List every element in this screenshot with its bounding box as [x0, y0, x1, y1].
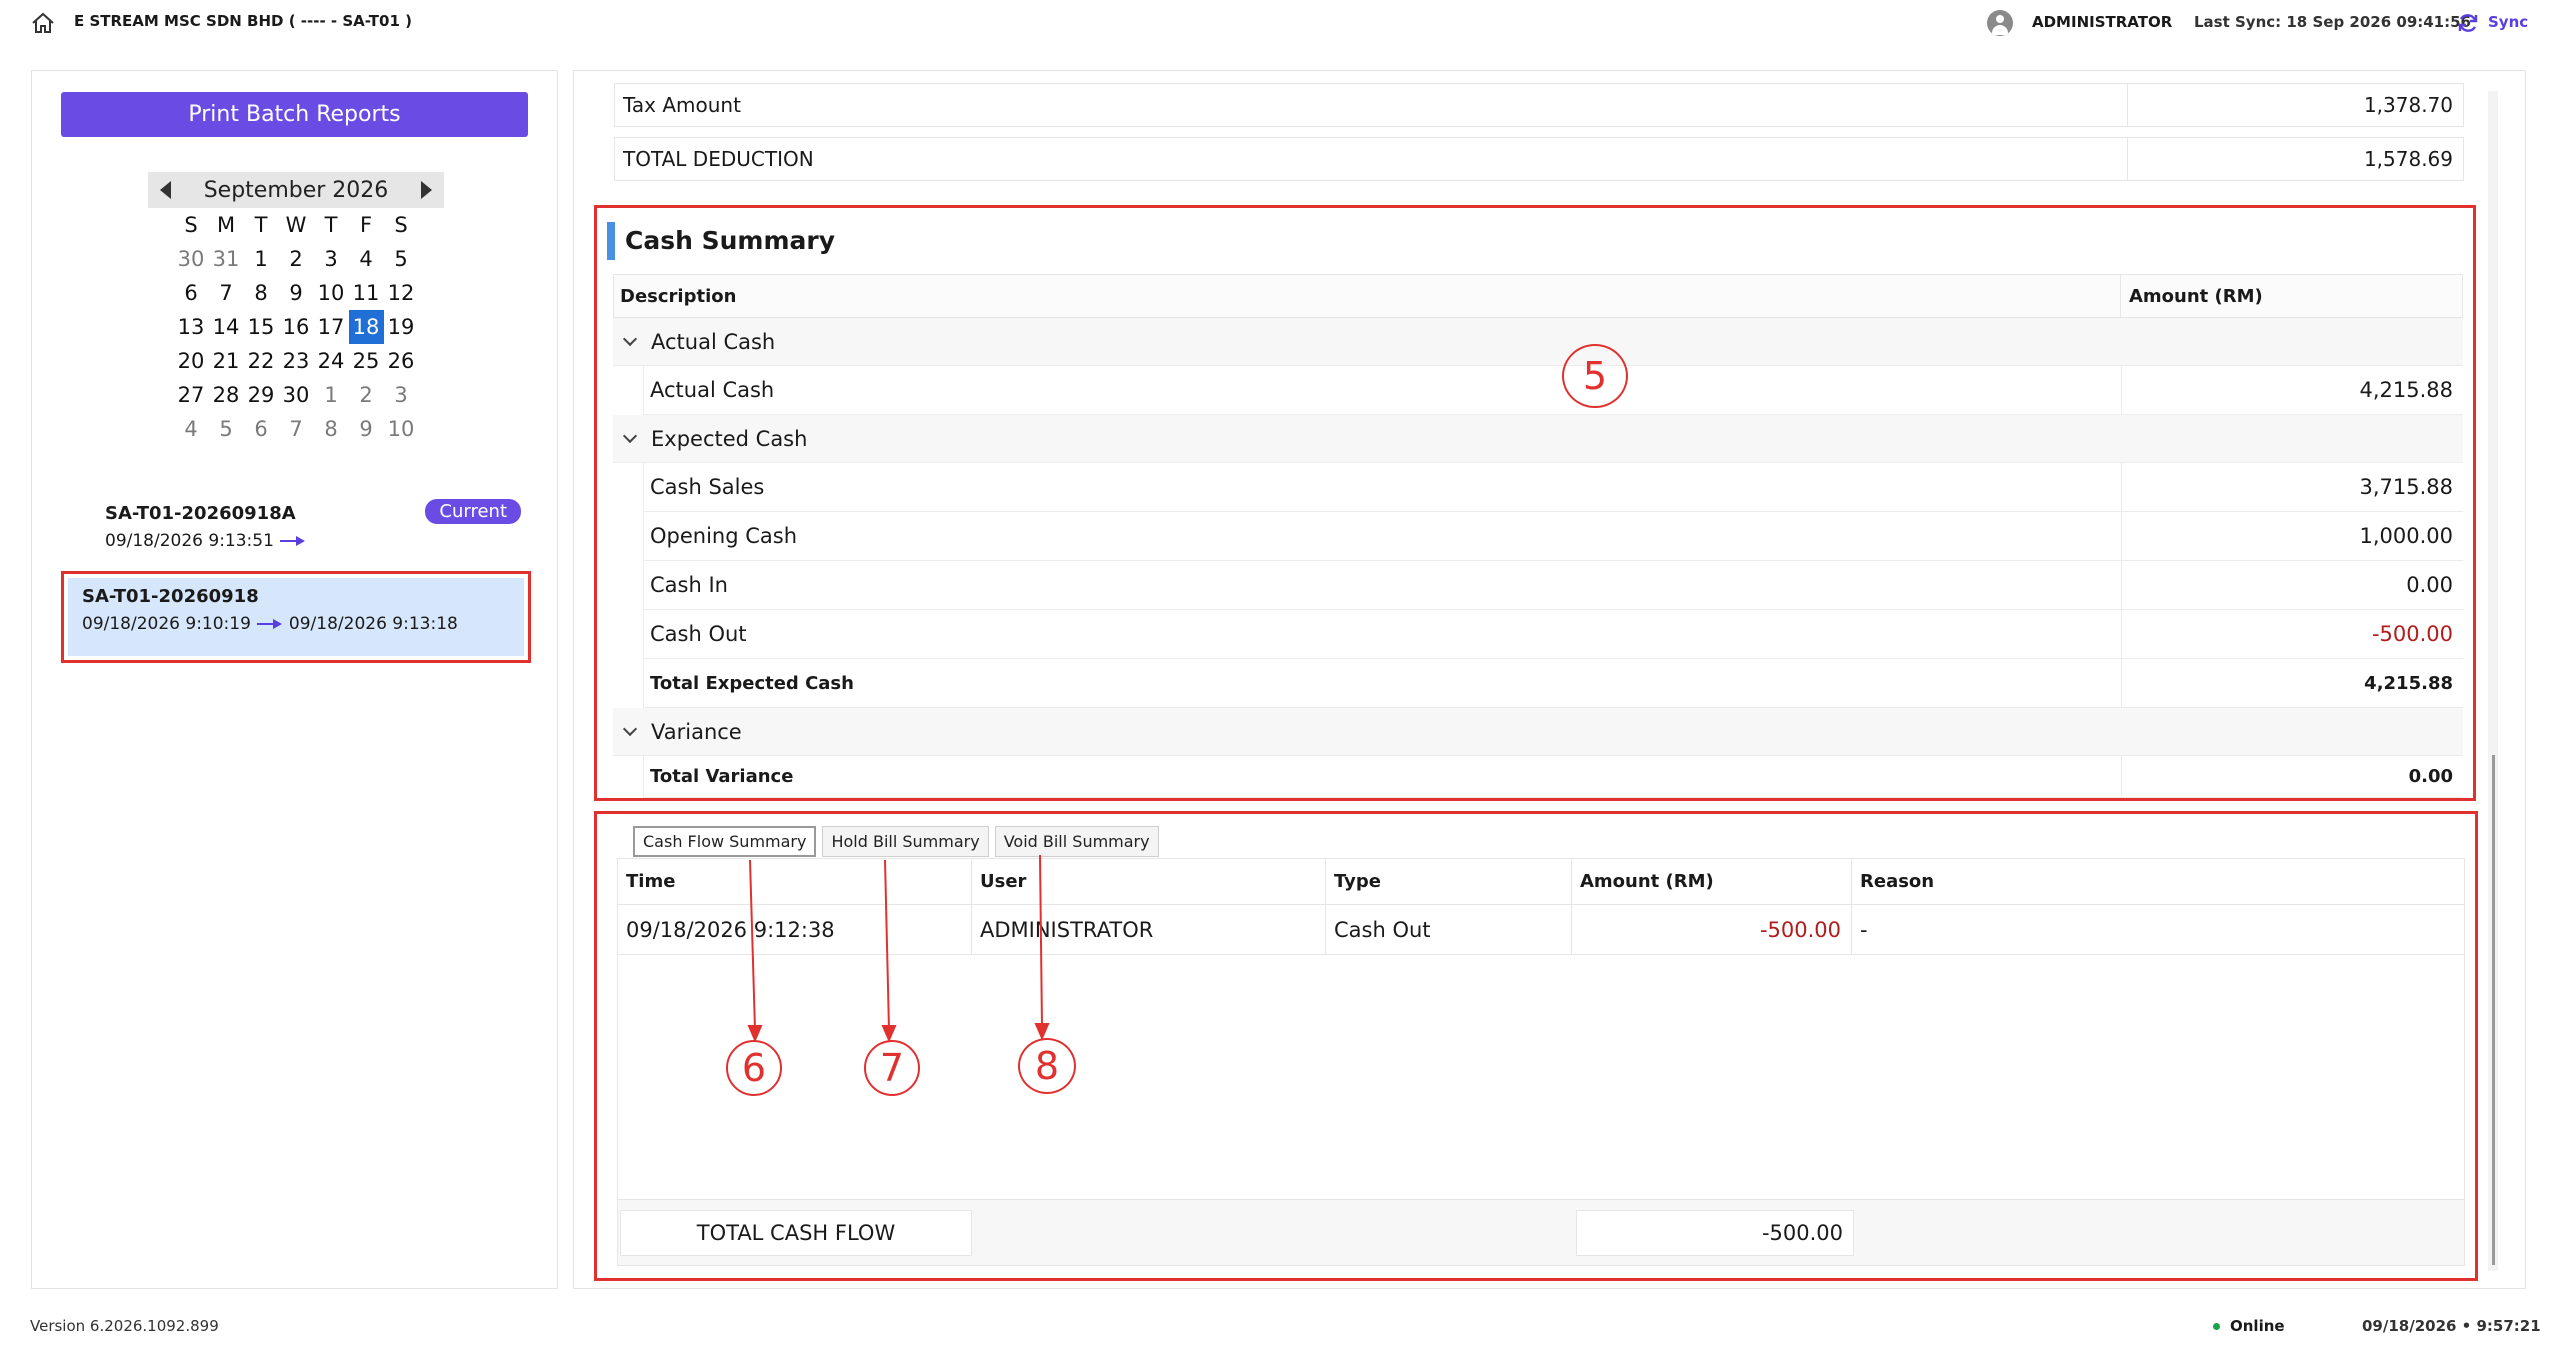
online-status-icon	[2213, 1323, 2220, 1330]
annotation-arrows	[747, 854, 1050, 1043]
version-label: Version 6.2026.1092.899	[30, 1317, 219, 1335]
annotation-marker-5: 5	[1562, 344, 1628, 408]
online-status: Online	[2230, 1317, 2285, 1335]
annotation-marker-7: 7	[864, 1040, 920, 1096]
annotation-marker-6: 6	[726, 1040, 782, 1096]
status-bar: Version 6.2026.1092.899 Online 09/18/202…	[0, 1305, 2556, 1345]
footer-datetime: 09/18/2026 • 9:57:21	[2362, 1317, 2541, 1335]
annotation-marker-8: 8	[1018, 1038, 1076, 1094]
